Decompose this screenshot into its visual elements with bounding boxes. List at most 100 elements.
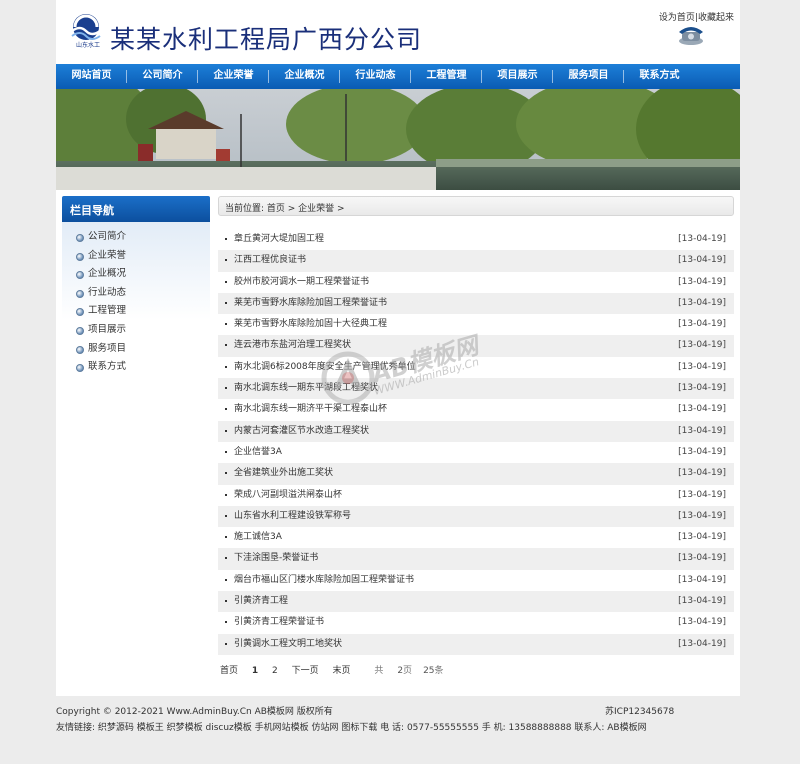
article-title[interactable]: 全省建筑业外出施工奖状 xyxy=(234,468,333,478)
sidebar-menu: 公司简介 企业荣誉 企业概况 行业动态 工程管理 项目展示 服务项目 联系方式 xyxy=(62,222,210,385)
article-title[interactable]: 山东省水利工程建设铁军称号 xyxy=(234,511,351,521)
article-date: [13-04-19] xyxy=(678,553,726,564)
nav-item-engineering[interactable]: 工程管理 xyxy=(411,64,482,89)
list-item[interactable]: 烟台市福山区门楼水库除险加固工程荣誉证书 [13-04-19] xyxy=(218,570,734,591)
main-navigation: 网站首页 公司简介 企业荣誉 企业概况 行业动态 工程管理 项目展示 服务项目 … xyxy=(56,64,740,89)
list-item[interactable]: 引黄济青工程荣誉证书 [13-04-19] xyxy=(218,612,734,633)
pager-last-button[interactable]: 末页 xyxy=(333,666,351,676)
nav-item-overview[interactable]: 企业概况 xyxy=(269,64,340,89)
article-date: [13-04-19] xyxy=(678,340,726,351)
pager-total: 共 2页 25条 xyxy=(374,666,454,676)
sidebar-item-contact[interactable]: 联系方式 xyxy=(62,358,210,377)
footer-copyright: Copyright © 2012-2021 Www.AdminBuy.Cn AB… xyxy=(56,707,333,717)
sidebar-title: 栏目导航 xyxy=(62,196,210,222)
site-header: 山东水工 某某水利工程局广西分公司 设为首页|收藏起来 xyxy=(56,0,740,64)
article-title[interactable]: 南水北调东线一期济平干渠工程泰山杯 xyxy=(234,404,387,414)
nav-item-company-intro[interactable]: 公司简介 xyxy=(127,64,198,89)
article-date: [13-04-19] xyxy=(678,489,726,500)
list-item[interactable]: 章丘黄河大堤加固工程 [13-04-19] xyxy=(218,229,734,250)
sidebar-item-company-intro[interactable]: 公司简介 xyxy=(62,228,210,247)
sidebar-item-honors[interactable]: 企业荣誉 xyxy=(62,247,210,266)
article-title[interactable]: 引黄济青工程荣誉证书 xyxy=(234,617,324,627)
article-date: [13-04-19] xyxy=(678,297,726,308)
article-title[interactable]: 莱芜市雪野水库除险加固十大径典工程 xyxy=(234,319,387,329)
article-date: [13-04-19] xyxy=(678,638,726,649)
pager-items-word: 条 xyxy=(434,665,444,676)
article-title[interactable]: 章丘黄河大堤加固工程 xyxy=(234,234,324,244)
footer-links: 友情链接: 织梦源码 模板王 织梦模板 discuz模板 手机网站模板 仿站网 … xyxy=(56,723,647,733)
article-title[interactable]: 内蒙古河套灌区节水改造工程奖状 xyxy=(234,426,369,436)
article-date: [13-04-19] xyxy=(678,446,726,457)
set-homepage-link[interactable]: 设为首页 xyxy=(659,13,695,23)
article-title[interactable]: 施工诚信3A xyxy=(234,532,282,542)
list-item[interactable]: 南水北调6标2008年度安全生产管理优秀单位 [13-04-19] xyxy=(218,357,734,378)
article-title[interactable]: 引黄调水工程文明工地奖状 xyxy=(234,639,342,649)
article-date: [13-04-19] xyxy=(678,510,726,521)
article-title[interactable]: 烟台市福山区门楼水库除险加固工程荣誉证书 xyxy=(234,575,414,585)
phone-icon xyxy=(679,27,703,45)
pager-total-items: 25 xyxy=(423,665,435,676)
top-links: 设为首页|收藏起来 xyxy=(659,10,734,23)
article-title[interactable]: 企业信誉3A xyxy=(234,447,282,457)
list-item[interactable]: 莱芜市雪野水库除险加固工程荣誉证书 [13-04-19] xyxy=(218,292,734,315)
list-item[interactable]: 企业信誉3A [13-04-19] xyxy=(218,442,734,463)
nav-item-home[interactable]: 网站首页 xyxy=(56,64,127,89)
list-item[interactable]: 引黄调水工程文明工地奖状 [13-04-19] xyxy=(218,633,734,655)
article-title[interactable]: 引黄济青工程 xyxy=(234,596,288,606)
list-item[interactable]: 南水北调东线一期济平干渠工程泰山杯 [13-04-19] xyxy=(218,399,734,420)
article-date: [13-04-19] xyxy=(678,361,726,372)
pager-page-2[interactable]: 2 xyxy=(272,666,278,676)
list-item[interactable]: 引黄济青工程 [13-04-19] xyxy=(218,591,734,613)
article-date: [13-04-19] xyxy=(678,617,726,628)
pager-first-button[interactable]: 首页 xyxy=(220,666,238,676)
nav-item-services[interactable]: 服务项目 xyxy=(553,64,624,89)
list-item[interactable]: 荣成八河副坝溢洪闸泰山杯 [13-04-19] xyxy=(218,485,734,506)
pager-pages-word: 页 xyxy=(403,665,413,676)
main-content: 当前位置: 首页 > 企业荣誉 > 章丘黄河大堤加固工程 [13-04-19] 江… xyxy=(218,196,734,679)
article-title[interactable]: 连云港市东盐河治理工程奖状 xyxy=(234,340,351,350)
list-item[interactable]: 全省建筑业外出施工奖状 [13-04-19] xyxy=(218,463,734,485)
list-item[interactable]: 施工诚信3A [13-04-19] xyxy=(218,527,734,548)
article-title[interactable]: 莱芜市雪野水库除险加固工程荣誉证书 xyxy=(234,298,387,308)
nav-item-contact[interactable]: 联系方式 xyxy=(624,64,695,89)
banner-image xyxy=(56,89,740,190)
sidebar-item-news[interactable]: 行业动态 xyxy=(62,284,210,303)
pager-page-1[interactable]: 1 xyxy=(252,666,258,676)
article-title[interactable]: 胶州市胶河调水一期工程荣誉证书 xyxy=(234,277,369,287)
list-item[interactable]: 内蒙古河套灌区节水改造工程奖状 [13-04-19] xyxy=(218,420,734,442)
list-item[interactable]: 江西工程优良证书 [13-04-19] xyxy=(218,250,734,272)
nav-item-projects[interactable]: 项目展示 xyxy=(482,64,553,89)
list-item[interactable]: 山东省水利工程建设铁军称号 [13-04-19] xyxy=(218,505,734,528)
article-title[interactable]: 下洼涂围垦-荣誉证书 xyxy=(234,553,318,563)
article-date: [13-04-19] xyxy=(678,255,726,266)
article-title[interactable]: 南水北调东线一期东平湖段工程奖状 xyxy=(234,383,378,393)
list-item[interactable]: 莱芜市雪野水库除险加固十大径典工程 [13-04-19] xyxy=(218,314,734,335)
list-item[interactable]: 连云港市东盐河治理工程奖状 [13-04-19] xyxy=(218,335,734,357)
bookmark-link[interactable]: 收藏起来 xyxy=(698,13,734,23)
footer-icp[interactable]: 苏ICP12345678 xyxy=(605,704,674,717)
breadcrumb: 当前位置: 首页 > 企业荣誉 > xyxy=(218,196,734,216)
article-date: [13-04-19] xyxy=(678,574,726,585)
article-title[interactable]: 荣成八河副坝溢洪闸泰山杯 xyxy=(234,490,342,500)
sidebar-item-engineering[interactable]: 工程管理 xyxy=(62,302,210,321)
sidebar: 栏目导航 公司简介 企业荣誉 企业概况 行业动态 工程管理 项目展示 服务项目 … xyxy=(62,196,210,385)
footer-copyright-row: Copyright © 2012-2021 Www.AdminBuy.Cn AB… xyxy=(56,704,740,718)
article-list: 章丘黄河大堤加固工程 [13-04-19] 江西工程优良证书 [13-04-19] … xyxy=(218,229,734,655)
pager-next-button[interactable]: 下一页 xyxy=(292,666,319,676)
article-title[interactable]: 江西工程优良证书 xyxy=(234,255,306,265)
pagination: 首页 1 2 下一页 末页 共 2页 25条 xyxy=(218,663,734,679)
list-item[interactable]: 南水北调东线一期东平湖段工程奖状 [13-04-19] xyxy=(218,378,734,400)
article-date: [13-04-19] xyxy=(678,468,726,479)
nav-item-news[interactable]: 行业动态 xyxy=(340,64,411,89)
article-title[interactable]: 南水北调6标2008年度安全生产管理优秀单位 xyxy=(234,362,416,372)
article-date: [13-04-19] xyxy=(678,319,726,330)
article-date: [13-04-19] xyxy=(678,276,726,287)
nav-item-honors[interactable]: 企业荣誉 xyxy=(198,64,269,89)
article-date: [13-04-19] xyxy=(678,425,726,436)
sidebar-item-services[interactable]: 服务项目 xyxy=(62,340,210,359)
sidebar-item-overview[interactable]: 企业概况 xyxy=(62,265,210,284)
sidebar-item-projects[interactable]: 项目展示 xyxy=(62,321,210,340)
list-item[interactable]: 胶州市胶河调水一期工程荣誉证书 [13-04-19] xyxy=(218,272,734,293)
list-item[interactable]: 下洼涂围垦-荣誉证书 [13-04-19] xyxy=(218,548,734,570)
article-date: [13-04-19] xyxy=(678,532,726,543)
